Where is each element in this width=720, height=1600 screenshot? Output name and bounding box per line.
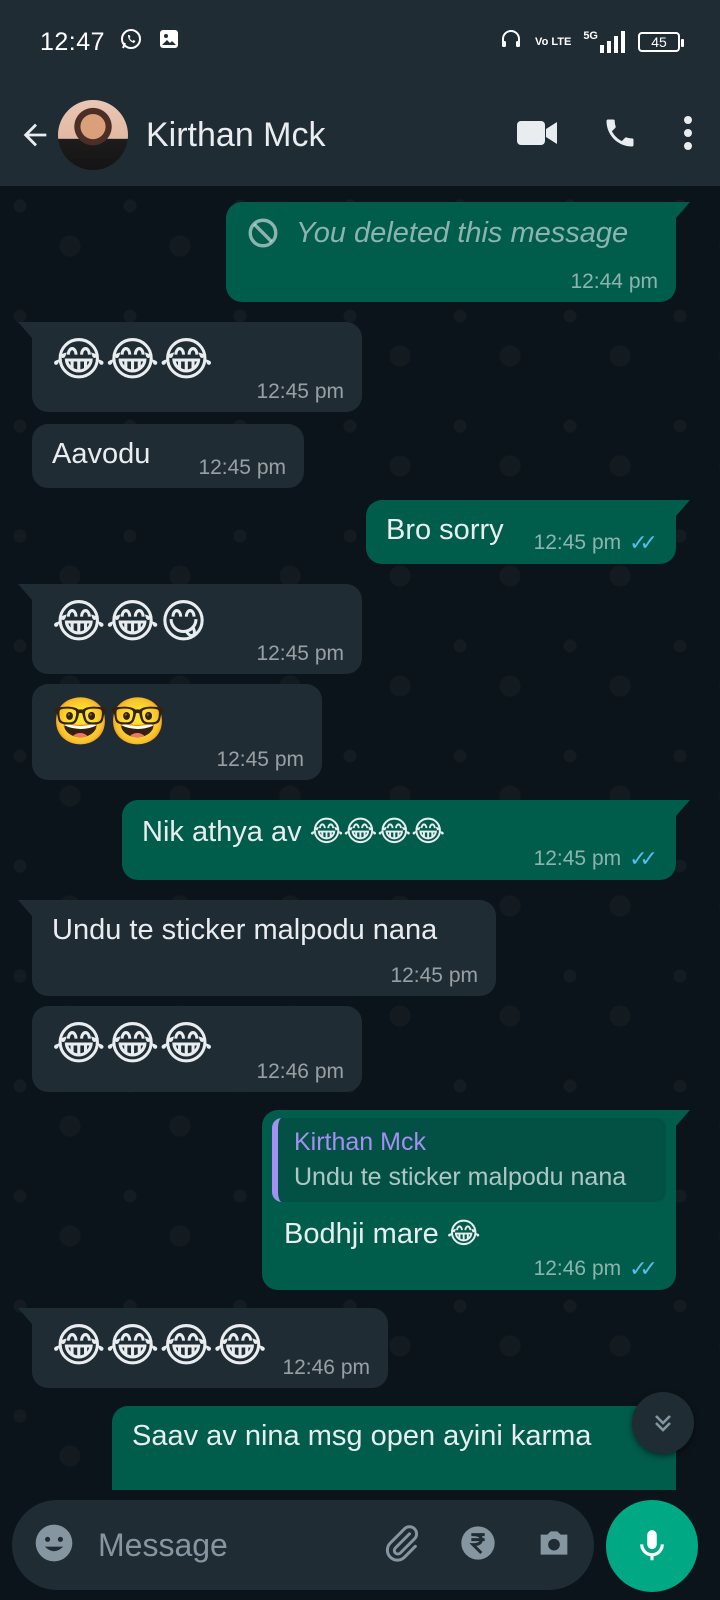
quote-author: Kirthan Mck <box>294 1128 426 1156</box>
message-time: 12:45 pm <box>198 456 286 480</box>
message-input[interactable]: Message <box>98 1527 382 1564</box>
status-time: 12:47 <box>40 27 106 56</box>
message-time: 12:44 pm <box>570 270 658 294</box>
message-bubble-incoming[interactable]: Aavodu 12:45 pm <box>32 424 304 488</box>
blocked-icon <box>248 218 278 248</box>
message-text: Undu te sticker malpodu nana <box>52 914 438 946</box>
message-bubble-incoming[interactable]: 😂😂😂😂 12:46 pm <box>18 1308 388 1388</box>
battery-indicator: 45 <box>638 32 684 52</box>
message-bubble-outgoing[interactable]: Saav av nina msg open ayini karma <box>112 1406 690 1490</box>
message-time: 12:45 pm <box>256 380 344 404</box>
chat-area[interactable]: You deleted this message 12:44 pm 😂😂😂 12… <box>0 186 720 1490</box>
read-ticks-icon: ✓✓ <box>629 1256 658 1281</box>
message-emoji: 🤓🤓 <box>52 695 167 747</box>
timestamp: 12:44 pm <box>570 270 658 293</box>
message-text: Nik athya av 😂😂😂😂 <box>142 816 446 848</box>
timestamp: 12:45 pm <box>390 964 478 987</box>
read-ticks-icon: ✓✓ <box>629 530 658 555</box>
back-arrow-icon[interactable] <box>16 116 54 154</box>
volte-label: Vo LTE <box>535 36 572 48</box>
double-chevron-down-icon <box>655 1415 671 1432</box>
signal-icon: 5G <box>583 31 626 53</box>
message-time: 12:45 pm <box>256 642 344 666</box>
message-bubble-outgoing[interactable]: Kirthan Mck Undu te sticker malpodu nana… <box>262 1110 690 1290</box>
message-text: Bodhji mare 😂 <box>284 1218 481 1250</box>
quote-text: Undu te sticker malpodu nana <box>294 1163 627 1191</box>
message-text: You deleted this message <box>296 216 629 249</box>
message-text: Aavodu <box>52 438 151 470</box>
timestamp: 12:46 pm <box>282 1356 370 1379</box>
message-bubble-incoming[interactable]: 😂😂😂 12:46 pm <box>32 1006 362 1092</box>
message-bubble-incoming[interactable]: 😂😂😂 12:45 pm <box>18 322 362 412</box>
microphone-icon <box>640 1530 664 1561</box>
message-bubble-incoming[interactable]: 🤓🤓 12:45 pm <box>32 684 322 780</box>
quoted-message[interactable]: Kirthan Mck Undu te sticker malpodu nana <box>272 1118 666 1202</box>
message-bubble-incoming[interactable]: Undu te sticker malpodu nana 12:45 pm <box>18 900 496 996</box>
payment-rupee-icon[interactable] <box>458 1523 498 1568</box>
deleted-message: You deleted this message <box>246 216 656 250</box>
message-emoji: 😂😂😂 <box>52 1017 214 1069</box>
message-bubble-outgoing[interactable]: Bro sorry 12:45 pm ✓✓ <box>366 500 690 564</box>
message-text: Bro sorry <box>386 514 504 546</box>
message-emoji: 😂😂😂 <box>52 333 214 385</box>
timestamp: 12:45 pm <box>256 642 344 665</box>
message-time: 12:45 pm <box>216 748 304 772</box>
timestamp: 12:46 pm <box>533 1257 622 1280</box>
chat-header: Kirthan Mck <box>0 84 720 186</box>
contact-name[interactable]: Kirthan Mck <box>146 116 326 155</box>
camera-icon[interactable] <box>534 1523 574 1568</box>
attach-icon[interactable] <box>382 1523 422 1568</box>
timestamp: 12:45 pm <box>198 456 286 479</box>
message-time: 12:45 pm <box>390 964 478 988</box>
timestamp: 12:45 pm <box>256 380 344 403</box>
gallery-icon <box>157 27 181 58</box>
status-bar: 12:47 Vo LTE 5G 45 <box>0 0 720 84</box>
message-input-bar[interactable]: Message <box>12 1500 594 1590</box>
message-time: 12:46 pm <box>256 1060 344 1084</box>
message-bubble-outgoing[interactable]: You deleted this message 12:44 pm <box>226 202 690 302</box>
timestamp: 12:46 pm <box>256 1060 344 1083</box>
more-options-icon[interactable] <box>682 115 694 156</box>
message-bubble-outgoing[interactable]: Nik athya av 😂😂😂😂 12:45 pm ✓✓ <box>122 800 690 880</box>
timestamp: 12:45 pm <box>533 847 622 870</box>
timestamp: 12:45 pm <box>216 748 304 771</box>
avatar[interactable] <box>58 100 128 170</box>
whatsapp-icon <box>119 27 143 58</box>
emoji-icon[interactable] <box>32 1521 76 1570</box>
message-time: 12:46 pm ✓✓ <box>534 1256 658 1282</box>
read-ticks-icon: ✓✓ <box>629 846 658 871</box>
message-bubble-incoming[interactable]: 😂😂😋 12:45 pm <box>18 584 362 674</box>
message-time: 12:46 pm <box>282 1356 370 1380</box>
voice-call-icon[interactable] <box>602 115 638 156</box>
headphones-icon <box>499 27 523 58</box>
voice-record-button[interactable] <box>606 1500 698 1592</box>
video-call-icon[interactable] <box>516 118 558 153</box>
network-label: 5G <box>583 30 598 42</box>
message-emoji: 😂😂😋 <box>52 595 208 647</box>
timestamp: 12:45 pm <box>533 531 622 554</box>
message-time: 12:45 pm ✓✓ <box>534 846 658 872</box>
scroll-down-button[interactable] <box>632 1392 694 1454</box>
message-time: 12:45 pm ✓✓ <box>534 530 658 556</box>
message-emoji: 😂😂😂😂 <box>52 1319 267 1371</box>
message-text: Saav av nina msg open ayini karma <box>132 1420 592 1452</box>
